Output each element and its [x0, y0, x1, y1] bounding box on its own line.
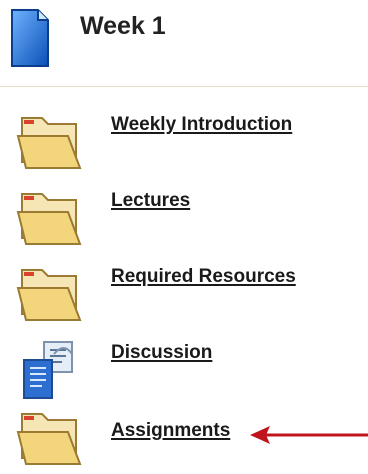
folder-icon [16, 269, 82, 321]
discussion-board-icon [23, 341, 73, 399]
link-discussion[interactable]: Discussion [111, 342, 212, 364]
page-title: Week 1 [80, 12, 166, 40]
link-lectures[interactable]: Lectures [111, 190, 190, 212]
document-icon [11, 9, 49, 67]
folder-icon [16, 117, 82, 169]
link-assignments[interactable]: Assignments [111, 420, 230, 442]
folder-icon [16, 193, 82, 245]
week-header: Week 1 [0, 0, 368, 87]
course-week-page: Week 1 Weekly Introduction Lectures Requ… [0, 0, 368, 474]
folder-icon [16, 413, 82, 465]
link-weekly-introduction[interactable]: Weekly Introduction [111, 114, 292, 136]
arrow-pointer-icon [250, 426, 368, 444]
link-required-resources[interactable]: Required Resources [111, 266, 296, 288]
